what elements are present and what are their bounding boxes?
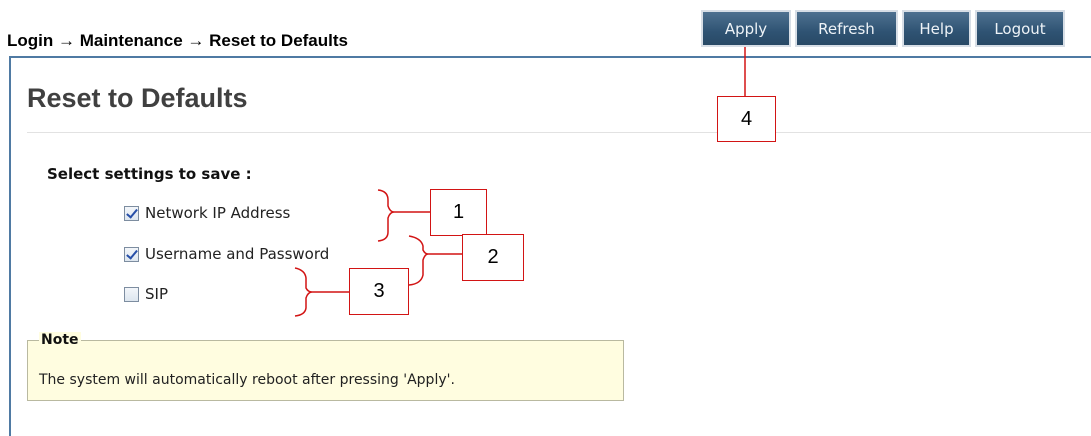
callout-3: 3 — [349, 268, 409, 315]
note-text: The system will automatically reboot aft… — [39, 372, 455, 388]
callout-2: 2 — [462, 234, 524, 281]
note-box — [27, 340, 624, 401]
callout-1: 1 — [430, 189, 487, 236]
callout-4: 4 — [717, 96, 776, 142]
note-legend: Note — [39, 332, 81, 348]
